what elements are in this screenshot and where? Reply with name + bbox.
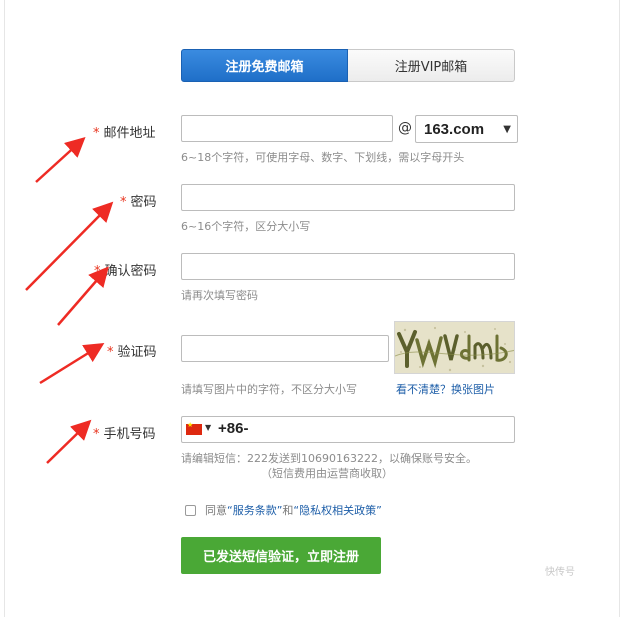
confirm-password-input[interactable] — [181, 253, 515, 280]
terms-link[interactable]: “服务条款” — [227, 504, 282, 517]
required-mark: * — [93, 427, 100, 442]
china-flag-icon[interactable]: ★ — [186, 421, 202, 435]
email-domain-select[interactable]: 163.com ▼ — [415, 115, 518, 143]
annotation-arrow-phone — [46, 419, 92, 464]
phone-label: * 手机号码 — [93, 423, 156, 442]
email-input[interactable] — [181, 115, 393, 142]
email-label: * 邮件地址 — [93, 122, 156, 141]
email-label-text: 邮件地址 — [103, 126, 156, 141]
password-input[interactable] — [181, 184, 515, 211]
agree-checkbox[interactable] — [185, 505, 196, 516]
email-hint: 6~18个字符，可使用字母、数字、下划线，需以字母开头 — [181, 151, 465, 164]
annotation-arrow-captcha — [39, 343, 105, 385]
captcha-image-art — [395, 322, 514, 373]
required-mark: * — [93, 126, 100, 141]
required-mark: * — [94, 264, 101, 279]
captcha-label-text: 验证码 — [117, 345, 157, 360]
page-left-border — [4, 0, 5, 617]
annotation-arrow-email — [35, 136, 86, 183]
captcha-refresh-link[interactable]: 看不清楚？换张图片 — [396, 381, 495, 397]
agreement-and: 和 — [282, 504, 294, 517]
confirm-password-label-text: 确认密码 — [104, 264, 157, 279]
chevron-down-icon: ▼ — [503, 123, 511, 135]
agreement-text: 同意“服务条款”和“隐私权相关政策” — [205, 502, 382, 518]
required-mark: * — [120, 195, 127, 210]
captcha-hint: 请填写图片中的字符，不区分大小写 — [181, 383, 357, 396]
page-right-border — [619, 0, 620, 617]
registration-tabs: 注册免费邮箱 注册VIP邮箱 — [181, 49, 515, 82]
privacy-link[interactable]: “隐私权相关政策” — [293, 504, 381, 517]
phone-country-code: +86- — [218, 420, 249, 437]
password-label-text: 密码 — [130, 195, 157, 210]
agreement-prefix: 同意 — [205, 504, 227, 517]
flag-star-icon: ★ — [187, 421, 194, 429]
email-domain-value: 163.com — [424, 120, 485, 138]
tab-vip-email[interactable]: 注册VIP邮箱 — [348, 49, 515, 82]
required-mark: * — [107, 345, 114, 360]
annotation-arrows — [25, 136, 114, 464]
confirm-password-label: * 确认密码 — [94, 260, 157, 279]
password-label: * 密码 — [120, 191, 157, 210]
phone-hint-line1: 请编辑短信：222发送到10690163222，以确保账号安全。 — [181, 452, 477, 465]
annotation-arrow-confirm — [57, 266, 109, 326]
phone-hint-line2: （短信费用由运营商收取） — [261, 467, 393, 480]
watermark-text: 快传号 — [545, 567, 575, 578]
captcha-label: * 验证码 — [107, 341, 157, 360]
password-hint: 6~16个字符，区分大小写 — [181, 220, 311, 233]
register-button[interactable]: 已发送短信验证，立即注册 — [181, 537, 381, 574]
country-caret-icon[interactable]: ▼ — [205, 423, 211, 432]
at-sign: @ — [398, 120, 412, 136]
captcha-input[interactable] — [181, 335, 389, 362]
captcha-image[interactable] — [394, 321, 515, 374]
confirm-password-hint: 请再次填写密码 — [181, 289, 258, 302]
phone-label-text: 手机号码 — [103, 427, 156, 442]
tab-free-email[interactable]: 注册免费邮箱 — [181, 49, 348, 82]
